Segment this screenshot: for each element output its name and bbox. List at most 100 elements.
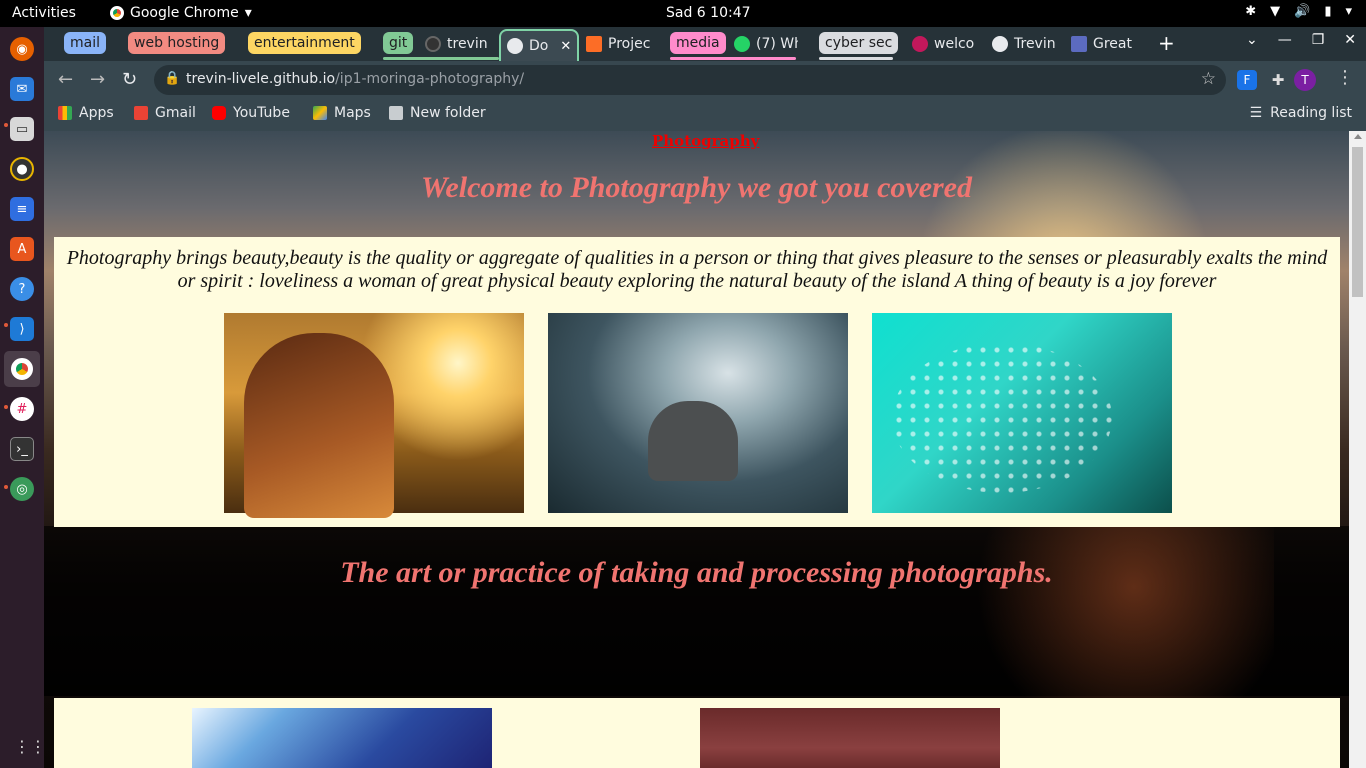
thunderbird-icon[interactable]: ✉: [10, 77, 34, 101]
app-name: Google Chrome: [130, 5, 239, 21]
tab-title: Great: [1093, 36, 1132, 52]
tab-search-icon[interactable]: ⌄: [1246, 32, 1258, 48]
whatsapp-icon: [734, 36, 750, 52]
caret-down-icon: ▾: [244, 5, 252, 21]
dock: ◉ ✉ ▭ ● ≡ A ? ⟩ # ›_ ◎ ⋮⋮⋮: [0, 27, 62, 768]
running-indicator: [4, 485, 8, 489]
extensions-puzzle-icon[interactable]: ✚: [1268, 70, 1288, 90]
chrome-menu-icon[interactable]: ⋮: [1336, 67, 1354, 88]
software-center-icon[interactable]: A: [10, 237, 34, 261]
tab-group-underline: [383, 57, 499, 60]
bookmark-apps[interactable]: Apps: [58, 105, 114, 121]
clock[interactable]: Sad 6 10:47: [666, 5, 751, 21]
app-icon[interactable]: ◎: [10, 477, 34, 501]
tab-group-media[interactable]: media: [670, 32, 726, 54]
page-viewport: Photography Welcome to Photography we go…: [44, 131, 1366, 768]
running-indicator: [4, 123, 8, 127]
new-tab-button[interactable]: +: [1158, 31, 1175, 55]
photo-dandelion-dew: [872, 313, 1172, 513]
gmail-icon: [134, 106, 148, 120]
folder-icon: [389, 106, 403, 120]
rhythmbox-icon[interactable]: ●: [10, 157, 34, 181]
maps-icon: [313, 106, 327, 120]
forward-button[interactable]: →: [90, 69, 105, 90]
tab-group-web-hosting[interactable]: web hosting: [128, 32, 226, 54]
close-tab-icon[interactable]: ✕: [560, 39, 571, 54]
intro-panel: Photography brings beauty,beauty is the …: [54, 237, 1340, 527]
tab-whatsapp[interactable]: (7) Wh: [734, 31, 798, 57]
tab-group-underline: [670, 57, 796, 60]
chrome-icon: [110, 6, 124, 20]
lock-icon[interactable]: 🔒: [164, 71, 180, 86]
tab-group-entertainment[interactable]: entertainment: [248, 32, 361, 54]
chrome-dock-icon[interactable]: [4, 351, 40, 387]
tab-group-mail[interactable]: mail: [64, 32, 106, 54]
photo-sky-light: [192, 708, 492, 768]
system-tray[interactable]: ✱ ▼ 🔊 ▮ ▾: [1245, 4, 1352, 19]
page-scrollbar[interactable]: [1349, 131, 1366, 768]
bookmark-new-folder[interactable]: New folder: [389, 105, 486, 121]
help-icon[interactable]: ?: [10, 277, 34, 301]
tab-title: Projec: [608, 36, 651, 52]
tab-title: trevin: [447, 36, 488, 52]
tab-strip: mail web hosting entertainment git trevi…: [44, 27, 1366, 61]
tab-group-cyber-sec[interactable]: cyber sec: [819, 32, 899, 54]
maximize-button[interactable]: ❐: [1312, 32, 1325, 48]
app-menu[interactable]: Google Chrome ▾: [110, 5, 252, 21]
scroll-up-arrow[interactable]: [1354, 134, 1362, 139]
profile-avatar[interactable]: T: [1294, 69, 1316, 91]
tab-title: welco: [934, 36, 975, 52]
tab-welcome[interactable]: welco: [912, 31, 978, 57]
bookmark-gmail[interactable]: Gmail: [134, 105, 196, 121]
tab-group-underline: [819, 57, 893, 60]
photography-nav-link[interactable]: Photography: [652, 132, 759, 150]
wifi-icon[interactable]: ▼: [1270, 4, 1280, 19]
tab-trevin-github[interactable]: trevin: [425, 31, 491, 57]
tab-great[interactable]: Great: [1071, 31, 1137, 57]
activities-button[interactable]: Activities: [12, 5, 76, 21]
url-text[interactable]: trevin-livele.github.io/ip1-moringa-phot…: [186, 71, 524, 87]
gitlab-icon: [586, 36, 602, 52]
volume-icon[interactable]: 🔊: [1294, 4, 1310, 19]
tab-group-git[interactable]: git: [383, 32, 414, 54]
firefox-icon[interactable]: ◉: [10, 37, 34, 61]
github-icon: [425, 36, 441, 52]
vscode-icon[interactable]: ⟩: [10, 317, 34, 341]
slack-icon[interactable]: #: [10, 397, 34, 421]
minimize-button[interactable]: —: [1278, 32, 1292, 48]
battery-icon[interactable]: ▮: [1324, 4, 1331, 19]
browser-toolbar: ← → ↻ 🔒 trevin-livele.github.io/ip1-mori…: [44, 61, 1366, 99]
power-menu-icon[interactable]: ▾: [1345, 4, 1352, 19]
reload-button[interactable]: ↻: [122, 69, 137, 90]
running-indicator: [4, 405, 8, 409]
terminal-icon[interactable]: ›_: [10, 437, 34, 461]
back-button[interactable]: ←: [58, 69, 73, 90]
reading-list-button[interactable]: ☰ Reading list: [1250, 105, 1352, 121]
bookmark-star-icon[interactable]: ☆: [1201, 69, 1216, 89]
extension-icon[interactable]: F: [1237, 70, 1257, 90]
tab-trevin[interactable]: Trevin: [992, 31, 1058, 57]
intro-text: Photography brings beauty,beauty is the …: [66, 247, 1328, 292]
system-top-bar: Activities Google Chrome ▾ Sad 6 10:47 ✱…: [0, 0, 1366, 27]
gallery-panel: [54, 698, 1340, 768]
youtube-icon: [212, 106, 226, 120]
bookmarks-bar: Apps Gmail YouTube Maps New folder ☰ Rea…: [44, 99, 1366, 131]
bookmark-youtube[interactable]: YouTube: [212, 105, 290, 121]
tab-title: Do: [529, 38, 549, 54]
scroll-thumb[interactable]: [1352, 147, 1363, 297]
photo-girl-in-field: [224, 313, 524, 518]
tab-gitlab-project[interactable]: Projec: [586, 31, 652, 57]
running-indicator: [4, 323, 8, 327]
bookmark-maps[interactable]: Maps: [313, 105, 371, 121]
close-window-button[interactable]: ✕: [1344, 32, 1356, 48]
globe-icon: [992, 36, 1008, 52]
welcome-heading: Welcome to Photography we got you covere…: [420, 171, 972, 204]
site-icon: [1071, 36, 1087, 52]
window-controls: ⌄ — ❐ ✕: [1246, 32, 1356, 48]
tab-active[interactable]: Do ✕: [499, 29, 579, 61]
slack-tray-icon[interactable]: ✱: [1245, 4, 1256, 19]
address-bar[interactable]: 🔒 trevin-livele.github.io/ip1-moringa-ph…: [154, 65, 1226, 95]
site-icon: [912, 36, 928, 52]
writer-icon[interactable]: ≡: [10, 197, 34, 221]
files-icon[interactable]: ▭: [10, 117, 34, 141]
